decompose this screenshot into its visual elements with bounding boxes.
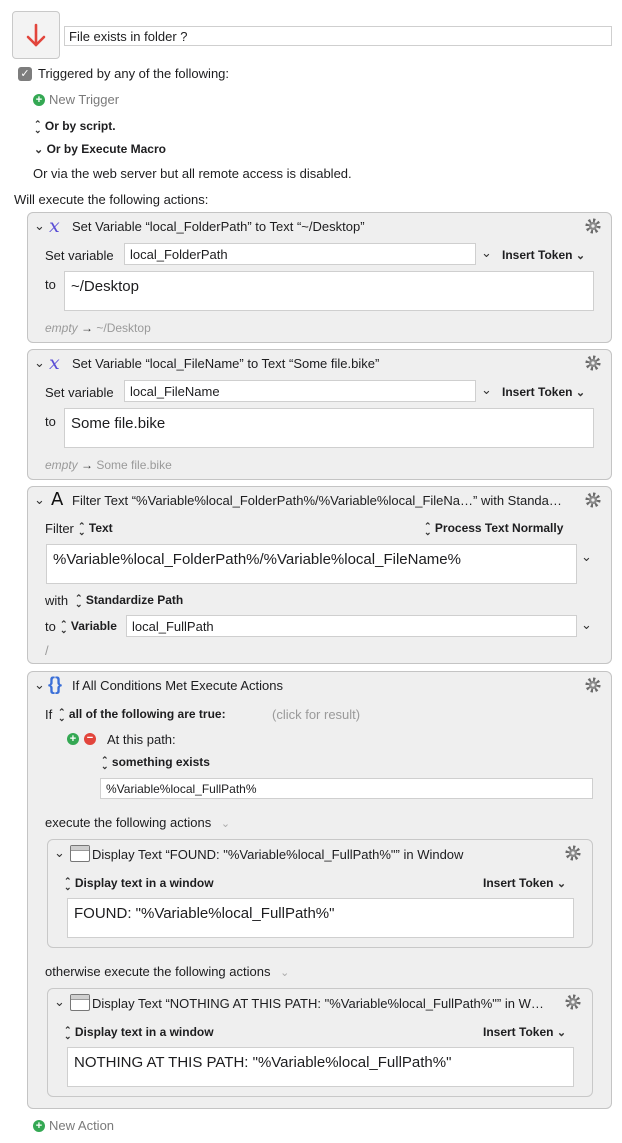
or-by-execute-macro-label: Or by Execute Macro <box>46 142 166 156</box>
action-filter-text[interactable]: ⌄ A Filter Text “%Variable%local_FolderP… <box>27 486 612 664</box>
chevron-down-icon: ⌄ <box>34 144 44 156</box>
chevron-down-icon[interactable]: ⌄ <box>221 818 230 830</box>
display-mode-popup[interactable]: ⌃ ⌄ Display text in a window <box>64 1025 214 1040</box>
set-variable-label: Set variable <box>45 385 114 400</box>
filter-text-field[interactable]: %Variable%local_FolderPath%/%Variable%lo… <box>46 544 577 584</box>
then-display-text-action[interactable]: ⌄ Display Text “FOUND: "%Variable%local_… <box>47 839 593 948</box>
variable-name-field[interactable]: local_FolderPath <box>124 243 476 265</box>
action-if-conditions[interactable]: ⌄ {} If All Conditions Met Execute Actio… <box>27 671 612 1109</box>
down-arrow-icon <box>26 23 46 47</box>
variable-x-icon: x <box>49 215 60 237</box>
gear-icon[interactable] <box>584 354 602 372</box>
condition-test-popup[interactable]: ⌃ ⌄ something exists <box>101 755 210 770</box>
insert-token-button[interactable]: Insert Token ⌄ <box>502 248 585 262</box>
action-title: Display Text “NOTHING AT THIS PATH: "%Va… <box>92 996 544 1011</box>
up-down-icon: ⌃ ⌄ <box>34 118 42 135</box>
action-set-variable-filename[interactable]: ⌄ x Set Variable “local_FileName” to Tex… <box>27 349 612 480</box>
window-icon <box>70 994 90 1011</box>
with-label: with <box>45 593 69 608</box>
collapse-chevron-icon[interactable]: ⌄ <box>34 492 45 508</box>
else-display-text-action[interactable]: ⌄ Display Text “NOTHING AT THIS PATH: "%… <box>47 988 593 1097</box>
result-preview: empty → Some file.bike <box>45 458 172 472</box>
collapse-chevron-icon[interactable]: ⌄ <box>34 355 45 371</box>
action-title: Set Variable “local_FileName” to Text “S… <box>72 356 380 371</box>
insert-token-button[interactable]: Insert Token ⌄ <box>502 385 585 399</box>
to-label: to <box>45 619 56 634</box>
macro-icon-well[interactable] <box>12 11 60 59</box>
condition-mode-popup[interactable]: ⌃ ⌄ all of the following are true: <box>58 707 226 722</box>
gear-icon[interactable] <box>584 491 602 509</box>
if-label: If <box>45 707 53 722</box>
to-label: to <box>45 414 56 429</box>
insert-token-button[interactable]: Insert Token ⌄ <box>483 1025 566 1039</box>
to-variable-dropdown-icon[interactable]: ⌄ <box>581 617 592 633</box>
action-title: If All Conditions Met Execute Actions <box>72 678 283 693</box>
result-preview: empty → ~/Desktop <box>45 321 151 335</box>
action-title: Filter Text “%Variable%local_FolderPath%… <box>72 493 562 508</box>
window-icon <box>70 845 90 862</box>
action-title: Set Variable “local_FolderPath” to Text … <box>72 219 365 234</box>
click-for-result[interactable]: (click for result) <box>272 707 360 722</box>
will-execute-label: Will execute the following actions: <box>14 192 209 207</box>
collapse-chevron-icon[interactable]: ⌄ <box>54 994 65 1010</box>
triggered-checkbox[interactable]: ✓ <box>18 67 32 81</box>
then-label-text: execute the following actions <box>45 815 212 830</box>
macro-name-field[interactable]: File exists in folder ? <box>64 26 612 46</box>
display-text-field[interactable]: NOTHING AT THIS PATH: "%Variable%local_F… <box>67 1047 574 1087</box>
preview-value: Some file.bike <box>96 458 172 472</box>
gear-icon[interactable] <box>584 217 602 235</box>
chevron-down-icon[interactable]: ⌄ <box>280 967 289 979</box>
variable-x-icon: x <box>49 352 60 374</box>
gear-icon[interactable] <box>564 993 582 1011</box>
else-label: otherwise execute the following actions … <box>45 964 289 979</box>
filter-label: Filter <box>45 521 74 536</box>
add-trigger-icon[interactable]: + <box>33 94 45 106</box>
or-by-script[interactable]: ⌃ ⌄ Or by script. <box>34 118 116 135</box>
web-server-note: Or via the web server but all remote acc… <box>33 166 352 181</box>
collapse-chevron-icon[interactable]: ⌄ <box>34 677 45 693</box>
condition-label: At this path: <box>107 732 176 747</box>
collapse-chevron-icon[interactable]: ⌄ <box>34 218 45 234</box>
triggered-label: Triggered by any of the following: <box>38 66 230 81</box>
gear-icon[interactable] <box>564 844 582 862</box>
or-by-execute-macro[interactable]: ⌄ Or by Execute Macro <box>34 142 166 156</box>
new-action-button[interactable]: New Action <box>49 1118 114 1133</box>
to-label: to <box>45 277 56 292</box>
variable-name-field[interactable]: local_FileName <box>124 380 476 402</box>
collapse-chevron-icon[interactable]: ⌄ <box>54 845 65 861</box>
insert-token-button[interactable]: Insert Token ⌄ <box>483 876 566 890</box>
gear-icon[interactable] <box>584 676 602 694</box>
add-action-icon[interactable]: + <box>33 1120 45 1132</box>
variable-dropdown-icon[interactable]: ⌄ <box>481 382 492 398</box>
add-condition-icon[interactable]: + <box>67 733 79 745</box>
else-label-text: otherwise execute the following actions <box>45 964 271 979</box>
to-kind-popup[interactable]: ⌃ ⌄ Variable <box>60 619 117 634</box>
or-by-script-label: Or by script. <box>44 119 116 133</box>
variable-dropdown-icon[interactable]: ⌄ <box>481 245 492 261</box>
to-variable-field[interactable]: local_FullPath <box>126 615 577 637</box>
filter-a-icon: A <box>51 489 64 510</box>
preview-empty: empty <box>45 458 78 472</box>
path-field[interactable]: %Variable%local_FullPath% <box>100 778 593 799</box>
process-mode-popup[interactable]: ⌃ ⌄ Process Text Normally <box>424 521 563 536</box>
new-trigger-button[interactable]: New Trigger <box>49 92 119 107</box>
set-variable-label: Set variable <box>45 248 114 263</box>
display-text-field[interactable]: FOUND: "%Variable%local_FullPath%" <box>67 898 574 938</box>
filter-name-popup[interactable]: ⌃ ⌄ Standardize Path <box>75 593 183 608</box>
text-field[interactable]: Some file.bike <box>64 408 594 448</box>
filter-result: / <box>45 643 49 658</box>
action-set-variable-folder[interactable]: ⌄ x Set Variable “local_FolderPath” to T… <box>27 212 612 343</box>
then-label: execute the following actions ⌄ <box>45 815 230 830</box>
braces-icon: {} <box>48 674 63 694</box>
preview-value: ~/Desktop <box>96 321 151 335</box>
text-field[interactable]: ~/Desktop <box>64 271 594 311</box>
preview-empty: empty <box>45 321 78 335</box>
filter-source-popup[interactable]: ⌃ ⌄ Text <box>78 521 113 536</box>
display-mode-popup[interactable]: ⌃ ⌄ Display text in a window <box>64 876 214 891</box>
remove-condition-icon[interactable]: − <box>84 733 96 745</box>
text-dropdown-icon[interactable]: ⌄ <box>581 549 592 565</box>
action-title: Display Text “FOUND: "%Variable%local_Fu… <box>92 847 464 862</box>
